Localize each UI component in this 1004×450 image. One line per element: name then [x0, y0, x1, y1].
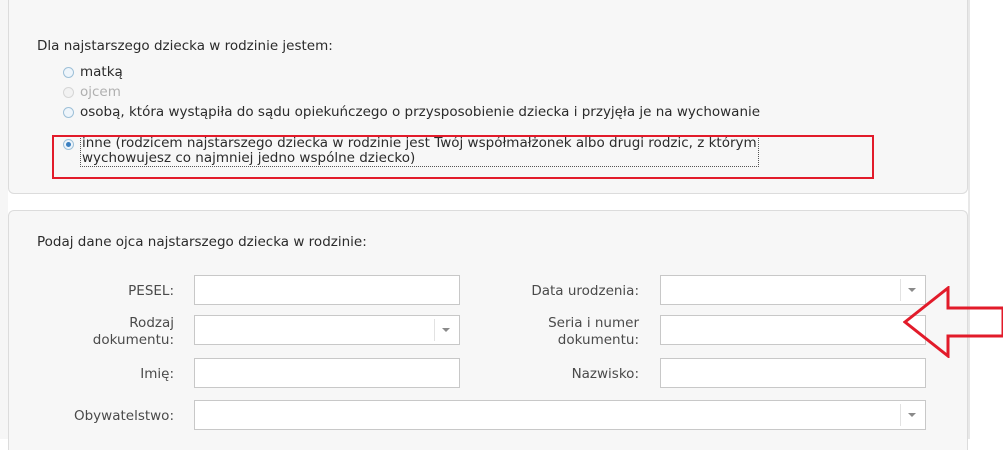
radio-option-osoba[interactable]: osobą, która wystąpiła do sądu opiekuńcz…	[63, 103, 760, 121]
pesel-label: PESEL:	[128, 283, 174, 299]
chevron-down-icon	[441, 328, 450, 332]
doc-type-label-line1: Rodzaj	[129, 315, 174, 331]
pesel-input[interactable]	[194, 275, 460, 305]
birth-date-label: Data urodzenia:	[531, 283, 639, 299]
radio-button[interactable]	[63, 107, 74, 118]
doc-number-label-line1: Seria i numer	[548, 315, 639, 331]
last-name-label: Nazwisko:	[571, 366, 639, 382]
page-margin-left	[0, 0, 8, 439]
highlight-annotation-box	[52, 135, 874, 179]
citizenship-dropdown-button[interactable]	[900, 404, 922, 426]
doc-type-label: Rodzaj dokumentu:	[29, 315, 174, 349]
citizenship-label: Obywatelstwo:	[73, 408, 174, 424]
radio-button-disabled	[63, 87, 74, 98]
citizenship-select[interactable]	[194, 400, 926, 430]
doc-type-label-line2: dokumentu:	[92, 332, 174, 348]
doc-type-dropdown-button[interactable]	[434, 319, 456, 341]
doc-number-label: Seria i numer dokumentu:	[489, 315, 639, 349]
first-name-label: Imię:	[140, 366, 174, 382]
radio-label: ojcem	[80, 84, 121, 100]
father-data-panel: Podaj dane ojca najstarszego dziecka w r…	[8, 210, 968, 450]
doc-number-input[interactable]	[660, 315, 926, 345]
father-data-title: Podaj dane ojca najstarszego dziecka w r…	[37, 234, 367, 250]
first-name-input[interactable]	[194, 358, 460, 388]
doc-type-select[interactable]	[194, 315, 460, 345]
radio-label: matką	[80, 64, 123, 80]
radio-button[interactable]	[63, 67, 74, 78]
radio-option-ojcem: ojcem	[63, 83, 121, 101]
parent-role-question: Dla najstarszego dziecka w rodzinie jest…	[37, 38, 333, 54]
last-name-input[interactable]	[660, 358, 926, 388]
birth-date-select[interactable]	[660, 275, 926, 305]
radio-option-matka[interactable]: matką	[63, 63, 123, 81]
page-margin-right	[970, 0, 1004, 439]
left-arrow-outline-icon	[903, 286, 1003, 358]
radio-label: osobą, która wystąpiła do sądu opiekuńcz…	[80, 104, 761, 120]
chevron-down-icon	[907, 413, 916, 417]
doc-number-label-line2: dokumentu:	[557, 332, 639, 348]
